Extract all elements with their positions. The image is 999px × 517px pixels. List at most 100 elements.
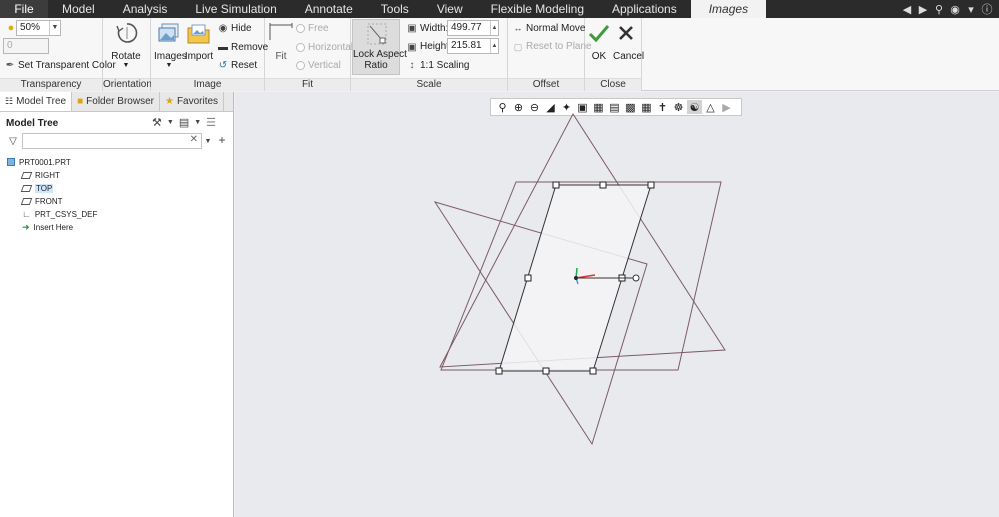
tab-model-tree[interactable]: ☷ Model Tree xyxy=(0,92,73,111)
spin-icon[interactable]: ▲ xyxy=(490,39,498,53)
chevron-down-icon[interactable]: ▼ xyxy=(194,116,201,130)
model-graphics xyxy=(433,113,726,446)
lightbulb-icon: ● xyxy=(7,22,15,34)
tree-node-label: PRT0001.PRT xyxy=(19,157,71,167)
tab-folder-browser[interactable]: ■ Folder Browser xyxy=(72,92,160,111)
chevron-down-icon[interactable]: ▼ xyxy=(203,136,213,146)
chevron-down-icon[interactable]: ▼ xyxy=(49,21,60,35)
group-transparency: ● 50% ▼ 0 ✒ Set Transparent Color Transpa… xyxy=(0,18,116,91)
group-orientation: Rotate ▼ Orientation xyxy=(103,18,152,91)
menu-analysis[interactable]: Analysis xyxy=(109,0,182,18)
chevron-down-icon[interactable]: ▼ xyxy=(103,62,149,69)
radio-vertical[interactable] xyxy=(296,61,305,70)
tree-node-part[interactable]: PRT0001.PRT xyxy=(7,156,71,168)
set-transparent-color-button[interactable]: Set Transparent Color xyxy=(18,60,116,71)
width-label: Width: xyxy=(420,23,449,34)
tree-node-insert-here[interactable]: ➜ Insert Here xyxy=(22,221,73,233)
group-close: OK Cancel Close xyxy=(585,18,644,91)
fit-icon[interactable] xyxy=(269,21,293,43)
tree-node-label: TOP xyxy=(35,183,54,193)
hide-button[interactable]: Hide xyxy=(231,23,252,34)
chevron-down-icon[interactable]: ▾ xyxy=(965,3,977,16)
move-icon: ↔ xyxy=(513,23,523,33)
reset-button[interactable]: Reset xyxy=(231,60,257,71)
group-label-offset: Offset xyxy=(508,78,584,91)
menu-applications[interactable]: Applications xyxy=(598,0,691,18)
tree-node-label: PRT_CSYS_DEF xyxy=(34,209,98,219)
one-to-one-scaling-button[interactable]: 1:1 Scaling xyxy=(420,60,469,71)
remove-button[interactable]: Remove xyxy=(231,42,268,53)
menu-model[interactable]: Model xyxy=(48,0,109,18)
group-label-transparency: Transparency xyxy=(0,78,102,91)
height-icon: ▣ xyxy=(407,41,417,53)
menu-annotate[interactable]: Annotate xyxy=(291,0,367,18)
tree-tools: ⚒ ▼ ▤ ▼ ☰ xyxy=(152,116,216,130)
cancel-button[interactable]: Cancel xyxy=(613,51,644,62)
reset-to-plane-button[interactable]: Reset to Plane xyxy=(526,41,592,52)
images-icon[interactable] xyxy=(157,22,181,46)
info-icon[interactable]: ⓘ xyxy=(981,1,993,17)
lock-aspect-line1: Lock Aspect xyxy=(353,49,407,60)
menu-view[interactable]: View xyxy=(423,0,477,18)
height-field[interactable]: 215.81 ▲ xyxy=(447,38,499,54)
remove-icon: ▬ xyxy=(218,41,228,53)
search-icon[interactable]: ⚲ xyxy=(933,3,945,16)
transparency-value: 50% xyxy=(20,22,41,33)
menu-file[interactable]: File xyxy=(0,0,48,18)
import-button[interactable]: Import xyxy=(184,51,214,62)
chevron-down-icon[interactable]: ▼ xyxy=(167,116,174,130)
rotate-button[interactable]: Rotate xyxy=(103,51,149,62)
tree-node-right[interactable]: RIGHT xyxy=(20,169,60,181)
fit-button[interactable]: Fit xyxy=(267,51,295,62)
tree-node-label: RIGHT xyxy=(35,170,60,180)
graphics-viewport[interactable]: ⚲ ⊕ ⊖ ◢ ✦ ▣ ▦ ▤ ▩ ▦ ✝ ☸ ☯ △ ▶ xyxy=(235,92,999,517)
chevron-down-icon[interactable]: ▼ xyxy=(154,62,184,69)
lock-aspect-ratio-button[interactable]: Lock Aspect Ratio xyxy=(352,19,407,75)
clear-icon[interactable]: ✕ xyxy=(190,134,198,145)
radio-horizontal[interactable] xyxy=(296,43,305,52)
ok-check-icon[interactable] xyxy=(588,22,610,44)
sidebar-tabs: ☷ Model Tree ■ Folder Browser ★ Favorites xyxy=(0,92,233,112)
help-icon[interactable]: ◉ xyxy=(949,3,961,16)
tree-search-input[interactable]: ✕ xyxy=(22,133,202,149)
images-button[interactable]: Images xyxy=(154,51,187,62)
tree-node-top[interactable]: TOP xyxy=(20,182,54,194)
reset-icon: ↺ xyxy=(218,59,228,71)
import-folder-icon[interactable] xyxy=(187,22,211,46)
datum-plane-icon xyxy=(20,184,33,192)
vertical-label: Vertical xyxy=(308,60,341,71)
cancel-x-icon[interactable] xyxy=(615,22,637,44)
menu-live-simulation[interactable]: Live Simulation xyxy=(181,0,290,18)
menu-flexible-modeling[interactable]: Flexible Modeling xyxy=(477,0,598,18)
tree-columns-icon[interactable]: ▤ xyxy=(179,116,189,130)
tree-filter-icon[interactable]: ☰ xyxy=(206,116,216,130)
width-field[interactable]: 499.77 ▲ xyxy=(447,20,499,36)
tree-node-front[interactable]: FRONT xyxy=(20,195,63,207)
tree-node-label: Insert Here xyxy=(33,222,74,232)
tab-label: Favorites xyxy=(176,96,219,107)
height-value: 215.81 xyxy=(451,40,482,51)
forward-icon[interactable]: ▶ xyxy=(917,3,929,16)
radio-free[interactable] xyxy=(296,24,305,33)
normal-move-button[interactable]: Normal Move xyxy=(526,23,585,34)
tab-favorites[interactable]: ★ Favorites xyxy=(160,92,225,111)
back-icon[interactable]: ◀ xyxy=(901,3,913,16)
group-scale: Lock Aspect Ratio ▣ Width: 499.77 ▲ ▣ Hei… xyxy=(351,18,508,91)
ok-button[interactable]: OK xyxy=(585,51,613,62)
menu-tools[interactable]: Tools xyxy=(367,0,423,18)
rotate-icon[interactable] xyxy=(115,21,139,45)
add-icon[interactable]: + xyxy=(216,133,228,147)
spin-icon[interactable]: ▲ xyxy=(490,21,498,35)
menu-right-tools: ◀ ▶ ⚲ ◉ ▾ ⓘ xyxy=(901,0,999,18)
folder-icon: ■ xyxy=(77,96,84,107)
ribbon: ● 50% ▼ 0 ✒ Set Transparent Color Transpa… xyxy=(0,18,999,91)
menu-images[interactable]: Images xyxy=(690,0,767,18)
transparency-input[interactable]: 0 xyxy=(3,38,49,54)
transparency-secondary: 0 xyxy=(7,40,13,51)
group-fit: Fit Free Horizontal Vertical Fit xyxy=(265,18,353,91)
datum-plane-icon xyxy=(20,197,33,205)
tree-settings-icon[interactable]: ⚒ xyxy=(152,116,162,130)
group-image: Images ▼ Import ◉ Hide ▬ Remove ↺ Reset … xyxy=(151,18,268,91)
tree-node-csys[interactable]: ∟ PRT_CSYS_DEF xyxy=(22,208,97,220)
transparency-combo[interactable]: 50% ▼ xyxy=(16,20,61,36)
